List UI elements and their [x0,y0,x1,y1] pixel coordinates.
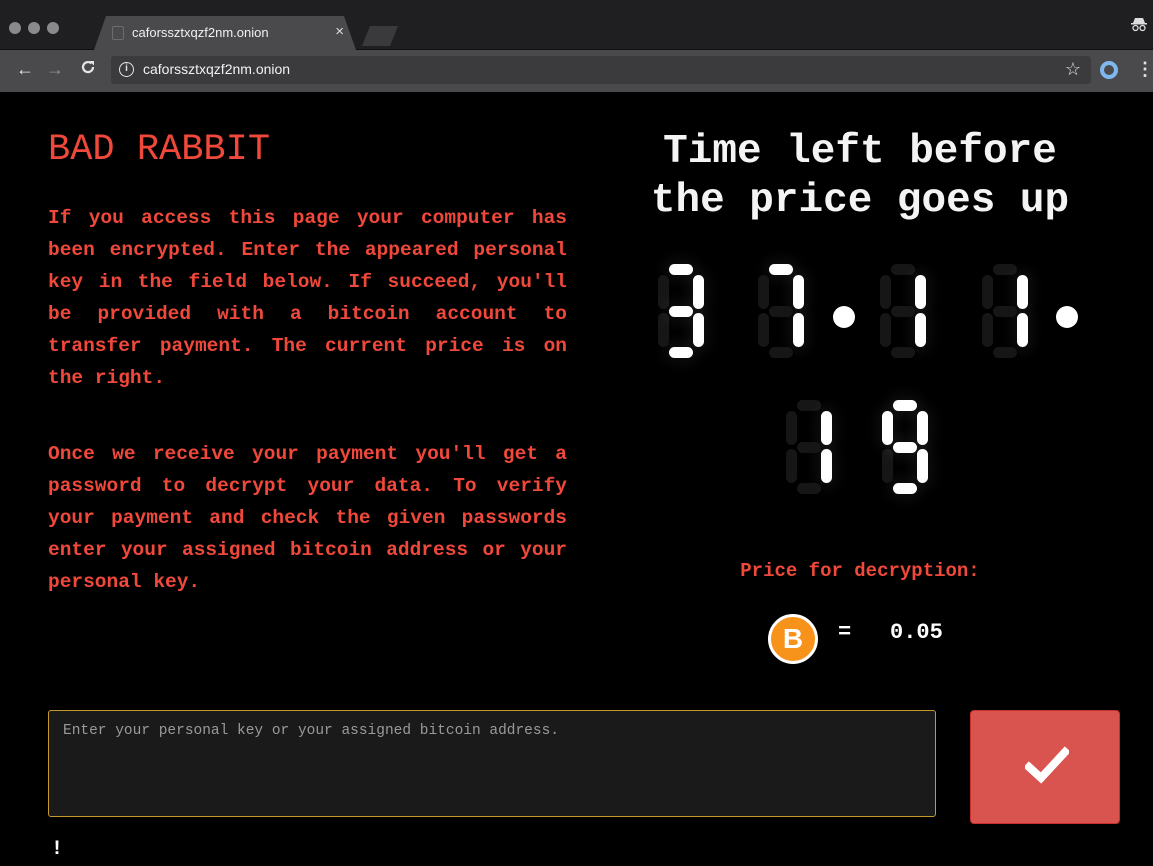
hours-digit-1-segment-b [693,275,704,309]
seconds-digit-1-segment-f [786,411,797,445]
minutes-digit-1-segment-c [915,313,926,347]
seconds-digit-1-segment-e [786,449,797,483]
browser-toolbar: ← → i caforssztxqzf2nm.onion ☆ ⋮ [0,50,1153,92]
minutes-digit-1-segment-a [891,264,915,275]
seconds-digit-2-segment-e [882,449,893,483]
tab-title: caforssztxqzf2nm.onion [132,25,269,40]
minutes-digit-1-segment-g [891,305,915,317]
seconds-digit-1-segment-d [797,483,821,494]
reload-icon[interactable] [80,59,96,80]
ransom-page: BAD RABBIT If you access this page your … [0,92,1153,866]
intro-paragraph: If you access this page your computer ha… [48,207,567,389]
minutes-digit-1-segment-d [891,347,915,358]
site-info-icon[interactable]: i [119,62,134,77]
hours-digit-2-segment-f [758,275,769,309]
hours-digit-2-segment-c [793,313,804,347]
submit-button[interactable] [970,710,1120,824]
hours-digit-2-segment-g [769,305,793,317]
hours-digit-2-segment-a [769,264,793,275]
minutes-digit-2-segment-c [1017,313,1028,347]
url-text[interactable]: caforssztxqzf2nm.onion [143,61,290,77]
seconds-digit-1-segment-b [821,411,832,445]
price-value: 0.05 [890,620,943,645]
address-bar[interactable]: i caforssztxqzf2nm.onion ☆ [111,56,1091,84]
minutes-digit-1-segment-e [880,313,891,347]
maximize-window-button[interactable] [47,22,59,34]
minutes-digit-2-segment-f [982,275,993,309]
hours-digit-2-segment-b [793,275,804,309]
hours-digit-1-segment-f [658,275,669,309]
forward-arrow-icon[interactable]: → [46,59,64,80]
seconds-digit-2-segment-f [882,411,893,445]
countdown-heading: Time left before the price goes up [605,128,1115,226]
hours-digit-1-segment-a [669,264,693,275]
minutes-digit-2-segment-a [993,264,1017,275]
personal-key-input[interactable] [48,710,936,817]
hours-digit-2-segment-e [758,313,769,347]
countdown-separator-1 [833,306,855,328]
countdown-separator-2 [1056,306,1078,328]
countdown-heading-line1: Time left before [663,129,1057,175]
back-arrow-icon[interactable]: ← [16,59,34,80]
kebab-menu-icon[interactable]: ⋮ [1136,59,1153,80]
bookmark-star-icon[interactable]: ☆ [1065,59,1081,80]
check-icon [1025,746,1069,784]
seconds-digit-2-segment-a [893,400,917,411]
incognito-icon [1131,16,1147,35]
browser-tab[interactable]: caforssztxqzf2nm.onion × [94,16,356,50]
minutes-digit-2-segment-g [993,305,1017,317]
new-tab-button[interactable] [362,26,398,46]
instructions-paragraph: Once we receive your payment you'll get … [48,443,567,593]
page-title: BAD RABBIT [48,129,271,171]
seconds-digit-1-segment-a [797,400,821,411]
equals-sign: = [838,620,852,645]
minimize-window-button[interactable] [28,22,40,34]
hours-digit-2-segment-d [769,347,793,358]
seconds-digit-2-segment-g [893,441,917,453]
hours-digit-1-segment-d [669,347,693,358]
tab-close-button[interactable]: × [335,23,344,40]
browser-tab-bar: caforssztxqzf2nm.onion × [0,0,1153,50]
hours-digit-1-segment-e [658,313,669,347]
minutes-digit-2-segment-d [993,347,1017,358]
bitcoin-icon: B [768,614,818,664]
warning-mark: ! [51,838,64,861]
window-controls [9,22,59,34]
close-window-button[interactable] [9,22,21,34]
minutes-digit-2-segment-e [982,313,993,347]
seconds-digit-1-segment-g [797,441,821,453]
hours-digit-1-segment-g [669,305,693,317]
price-label: Price for decryption: [740,560,980,582]
extension-icon[interactable] [1100,61,1118,79]
seconds-digit-1-segment-c [821,449,832,483]
minutes-digit-1-segment-b [915,275,926,309]
minutes-digit-2-segment-b [1017,275,1028,309]
page-favicon-icon [112,26,124,40]
minutes-digit-1-segment-f [880,275,891,309]
seconds-digit-2-segment-d [893,483,917,494]
countdown-heading-line2: the price goes up [650,178,1070,224]
hours-digit-1-segment-c [693,313,704,347]
seconds-digit-2-segment-c [917,449,928,483]
seconds-digit-2-segment-b [917,411,928,445]
